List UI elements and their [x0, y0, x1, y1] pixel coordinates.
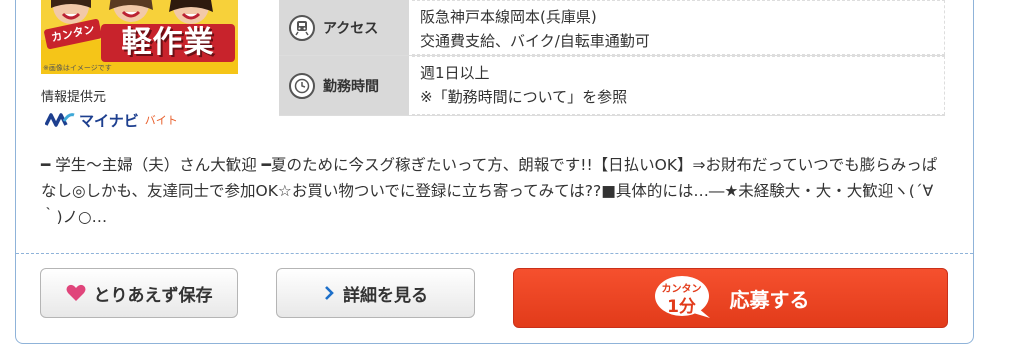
save-button[interactable]: とりあえず保存: [40, 268, 238, 318]
info-row-access: アクセス 阪急神戸本線岡本(兵庫県) 交通費支給、バイク/自転車通勤可: [279, 0, 945, 56]
hours-line-note: ※「勤務時間について」を参照: [420, 88, 628, 106]
apply-button[interactable]: カンタン 1分 応募する: [513, 268, 948, 328]
info-value-hours: 週1日以上 ※「勤務時間について」を参照: [412, 56, 945, 115]
job-description: ━ 学生〜主婦（夫）さん大歓迎 ━夏のために今スグ稼ぎたいって方、朗報です!!【…: [41, 156, 938, 226]
info-head-hours: 勤務時間: [279, 56, 412, 115]
train-icon: [289, 14, 315, 41]
thumbnail-caption: ※画像はイメージです: [43, 64, 112, 72]
access-line-transport: 交通費支給、バイク/自転車通勤可: [420, 32, 650, 50]
info-row-hours: 勤務時間 週1日以上 ※「勤務時間について」を参照: [279, 56, 945, 116]
info-value-access: 阪急神戸本線岡本(兵庫県) 交通費支給、バイク/自転車通勤可: [412, 0, 945, 55]
info-label-access: アクセス: [323, 20, 379, 37]
job-info-table: アクセス 阪急神戸本線岡本(兵庫県) 交通費支給、バイク/自転車通勤可 勤務時間…: [279, 0, 945, 116]
detail-button-label: 詳細を見る: [343, 285, 428, 306]
clock-icon: [289, 72, 315, 99]
job-thumbnail[interactable]: カンタン 軽作業 ※画像はイメージです: [41, 0, 238, 74]
info-head-access: アクセス: [279, 0, 412, 55]
info-label-hours: 勤務時間: [323, 78, 379, 95]
provider-sub: バイト: [144, 114, 178, 127]
provider-name: マイナビ: [79, 111, 139, 130]
badge-main-text: 1分: [667, 297, 696, 317]
access-line-station: 阪急神戸本線岡本(兵庫県): [420, 8, 597, 26]
thumbnail-big-logo: 軽作業: [101, 24, 235, 62]
apply-button-label: 応募する: [729, 287, 810, 312]
hours-line-days: 週1日以上: [420, 64, 490, 82]
mynavi-logo-icon: [45, 113, 75, 127]
detail-button[interactable]: 詳細を見る: [276, 268, 475, 318]
save-button-label: とりあえず保存: [93, 285, 213, 306]
easy-apply-badge: カンタン 1分: [652, 274, 712, 322]
provider-logo[interactable]: マイナビ バイト: [45, 110, 178, 130]
section-divider: [16, 253, 973, 254]
chevron-right-icon: [325, 286, 334, 300]
heart-icon: [66, 284, 85, 301]
provider-label: 情報提供元: [41, 90, 107, 105]
